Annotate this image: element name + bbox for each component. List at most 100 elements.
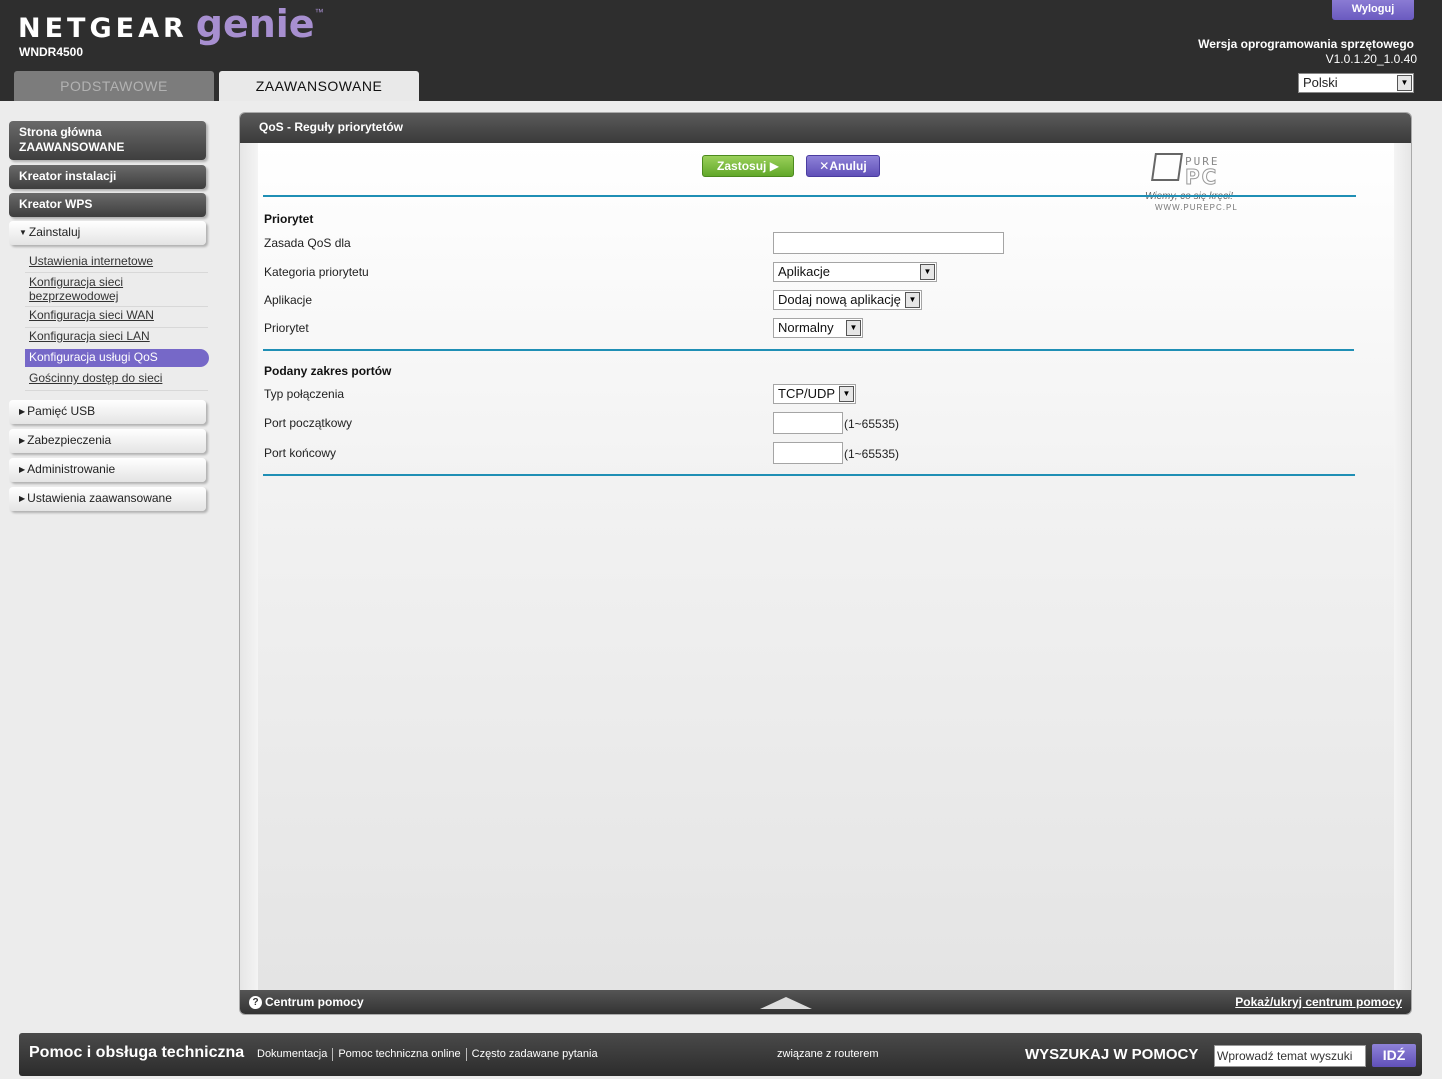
toggle-help-link[interactable]: Pokaż/ukryj centrum pomocy xyxy=(1235,995,1402,1009)
sidebar-subitem-lan[interactable]: Konfiguracja sieci LAN xyxy=(29,329,209,343)
qos-policy-label: Zasada QoS dla xyxy=(264,236,351,250)
documentation-link[interactable]: Dokumentacja xyxy=(257,1048,334,1061)
purepc-watermark: PURE PC Wiemy, co się kręci! WWW.PUREPC.… xyxy=(1145,153,1245,213)
sidebar-admin-label: Administrowanie xyxy=(27,462,116,476)
panel-content: Zastosuj ▶ ✕Anuluj PURE PC Wiemy, co się… xyxy=(240,143,1411,991)
support-title: Pomoc i obsługa techniczna xyxy=(29,1044,245,1061)
divider xyxy=(25,390,208,391)
chevron-down-icon[interactable]: ▼ xyxy=(1397,75,1412,91)
end-port-input[interactable] xyxy=(773,442,843,464)
support-links: Dokumentacja Pomoc techniczna online Czę… xyxy=(257,1048,603,1061)
search-help-input[interactable]: Wprowadź temat wyszuki xyxy=(1214,1045,1366,1067)
sidebar-home-line2: ZAAWANSOWANE xyxy=(19,140,125,154)
end-port-range-hint: (1~65535) xyxy=(844,447,900,461)
qos-policy-input[interactable] xyxy=(773,232,1004,254)
divider xyxy=(263,195,1356,197)
applications-label: Aplikacje xyxy=(264,293,313,307)
divider xyxy=(25,327,208,328)
watermark-pc: PC xyxy=(1184,165,1219,190)
priority-select[interactable]: Normalny ▼ xyxy=(773,318,863,338)
router-related-text: związane z routerem xyxy=(777,1048,879,1060)
sidebar-item-admin[interactable]: ▶ Administrowanie xyxy=(9,458,206,482)
connection-type-select[interactable]: TCP/UDP ▼ xyxy=(773,384,856,404)
connection-type-label: Typ połączenia xyxy=(264,387,345,401)
language-value: Polski xyxy=(1303,75,1338,90)
sidebar-subitem-internet[interactable]: Ustawienia internetowe xyxy=(29,254,209,268)
sidebar-usb-label: Pamięć USB xyxy=(27,404,96,418)
sidebar-item-advanced-home[interactable]: Strona główna ZAAWANSOWANE xyxy=(9,121,206,160)
cancel-button[interactable]: ✕Anuluj xyxy=(806,155,880,177)
sidebar-security-label: Zabezpieczenia xyxy=(27,433,112,447)
chevron-down-icon[interactable]: ▼ xyxy=(846,320,861,336)
sidebar-subitem-wireless[interactable]: Konfiguracja sieci bezprzewodowej xyxy=(29,275,209,303)
sidebar-subitem-wan[interactable]: Konfiguracja sieci WAN xyxy=(29,308,209,322)
priority-label: Priorytet xyxy=(264,321,309,335)
trademark-mark: ™ xyxy=(314,7,324,17)
tab-basic[interactable]: PODSTAWOWE xyxy=(14,71,214,101)
faq-link[interactable]: Często zadawane pytania xyxy=(467,1048,603,1061)
apply-label: Zastosuj xyxy=(717,159,767,173)
qos-rules-panel: QoS - Reguły priorytetów Zastosuj ▶ ✕Anu… xyxy=(239,112,1412,1015)
divider xyxy=(263,349,1354,351)
applications-select[interactable]: Dodaj nową aplikację ▼ xyxy=(773,290,922,310)
chevron-down-icon[interactable]: ▼ xyxy=(920,264,935,280)
start-port-input[interactable] xyxy=(773,412,843,434)
panel-title: QoS - Reguły priorytetów xyxy=(240,113,1411,143)
search-help-label: WYSZUKAJ W POMOCY xyxy=(1025,1046,1199,1063)
logout-button[interactable]: Wyloguj xyxy=(1332,0,1414,20)
sidebar-item-wps-wizard[interactable]: Kreator WPS xyxy=(9,193,206,217)
sidebar-item-usb[interactable]: ▶ Pamięć USB xyxy=(9,400,206,424)
triangle-right-icon: ▶ xyxy=(19,436,26,445)
divider xyxy=(263,474,1355,476)
tab-advanced[interactable]: ZAAWANSOWANE xyxy=(219,71,419,101)
cancel-label: Anuluj xyxy=(829,159,867,173)
priority-value: Normalny xyxy=(778,320,834,335)
play-icon: ▶ xyxy=(769,159,779,173)
help-center-bar: ? Centrum pomocy Pokaż/ukryj centrum pom… xyxy=(240,990,1411,1014)
end-port-label: Port końcowy xyxy=(264,446,337,460)
sidebar-subitem-qos[interactable]: Konfiguracja usługi QoS xyxy=(25,349,209,367)
priority-section-title: Priorytet xyxy=(264,212,314,226)
sidebar-item-advanced-settings[interactable]: ▶ Ustawienia zaawansowane xyxy=(9,487,206,511)
triangle-down-icon: ▼ xyxy=(19,228,27,237)
sidebar-advanced-label: Ustawienia zaawansowane xyxy=(27,491,172,505)
netgear-genie-logo: NETGEAR genie ™ xyxy=(18,2,324,46)
expand-arrow-icon[interactable] xyxy=(760,997,812,1009)
sidebar-subitem-guest[interactable]: Gościnny dostęp do sieci xyxy=(29,371,209,385)
support-bar: Pomoc i obsługa techniczna Dokumentacja … xyxy=(19,1033,1422,1076)
sidebar-install-label: Zainstaluj xyxy=(28,225,81,239)
start-port-range-hint: (1~65535) xyxy=(844,417,900,431)
triangle-right-icon: ▶ xyxy=(19,465,26,474)
start-port-label: Port początkowy xyxy=(264,416,353,430)
priority-category-label: Kategoria priorytetu xyxy=(264,265,369,279)
chevron-down-icon[interactable]: ▼ xyxy=(905,292,920,308)
firmware-label: Wersja oprogramowania sprzętowego xyxy=(1198,37,1414,51)
online-support-link[interactable]: Pomoc techniczna online xyxy=(333,1048,467,1061)
sidebar-item-install[interactable]: ▼ Zainstaluj xyxy=(9,221,206,245)
product-name: genie xyxy=(195,2,315,46)
divider xyxy=(25,272,208,273)
language-select[interactable]: Polski ▼ xyxy=(1298,73,1414,93)
sidebar-item-security[interactable]: ▶ Zabezpieczenia xyxy=(9,429,206,453)
port-range-section-title: Podany zakres portów xyxy=(264,364,392,378)
connection-type-value: TCP/UDP xyxy=(778,386,836,401)
help-center-label[interactable]: Centrum pomocy xyxy=(265,995,364,1009)
top-header: NETGEAR genie ™ WNDR4500 Wyloguj Wersja … xyxy=(0,0,1442,101)
help-question-icon[interactable]: ? xyxy=(249,996,262,1009)
search-go-button[interactable]: IDŹ xyxy=(1372,1044,1416,1067)
divider xyxy=(25,306,208,307)
chevron-down-icon[interactable]: ▼ xyxy=(839,386,854,402)
panel-right-edge xyxy=(1394,143,1411,991)
apply-button[interactable]: Zastosuj ▶ xyxy=(702,155,794,177)
sidebar-item-setup-wizard[interactable]: Kreator instalacji xyxy=(9,165,206,189)
applications-value: Dodaj nową aplikację xyxy=(778,292,901,307)
triangle-right-icon: ▶ xyxy=(19,494,26,503)
close-icon: ✕ xyxy=(819,159,830,173)
cube-logo-icon xyxy=(1151,153,1183,181)
priority-category-select[interactable]: Aplikacje ▼ xyxy=(773,262,937,282)
brand-name: NETGEAR xyxy=(18,13,188,44)
sidebar-home-line1: Strona główna xyxy=(19,125,102,139)
watermark-url: WWW.PUREPC.PL xyxy=(1155,203,1238,212)
panel-left-edge xyxy=(240,143,258,991)
router-model: WNDR4500 xyxy=(19,45,84,59)
